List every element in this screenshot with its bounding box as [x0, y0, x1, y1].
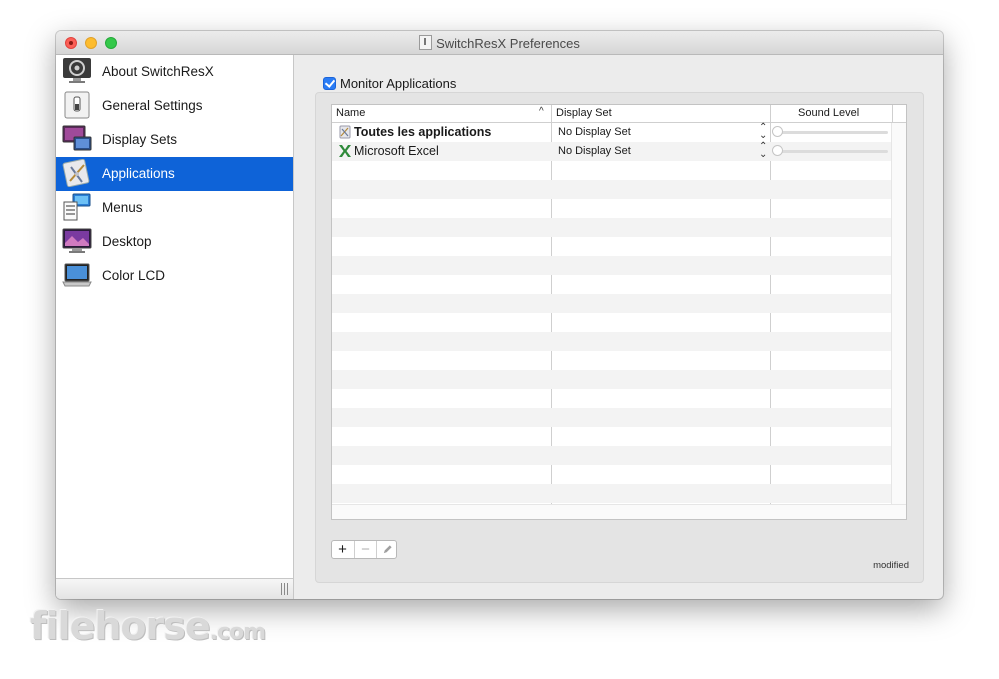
sidebar-item-label: About SwitchResX: [102, 64, 214, 79]
row-actions-button-group: + −: [331, 540, 397, 559]
table-row-empty: [332, 275, 892, 294]
table-row-empty: [332, 332, 892, 351]
desktop-icon: [62, 228, 92, 253]
sidebar-resize-handle[interactable]: [281, 583, 290, 595]
excel-icon: [339, 145, 351, 157]
table-row-empty: [332, 313, 892, 332]
sound-level-slider-knob[interactable]: [772, 145, 783, 156]
sidebar-item-about[interactable]: About SwitchResX: [56, 55, 293, 89]
remove-application-button[interactable]: −: [354, 541, 376, 558]
sidebar-item-color-lcd[interactable]: Color LCD: [56, 259, 293, 293]
monitor-applications-checkbox[interactable]: [323, 77, 336, 90]
display-set-popup-arrows-icon[interactable]: ⌃ ⌄: [759, 142, 767, 160]
table-row-empty: [332, 199, 892, 218]
display-set-select[interactable]: No Display Set: [558, 145, 631, 157]
switch-document-icon: [419, 35, 433, 50]
sidebar-item-display-sets[interactable]: Display Sets: [56, 123, 293, 157]
sound-level-slider[interactable]: [778, 131, 888, 134]
horizontal-scrollbar[interactable]: [332, 504, 906, 519]
sidebar-item-menus[interactable]: Menus: [56, 191, 293, 225]
table-row-empty: [332, 218, 892, 237]
row-app-name: Toutes les applications: [354, 125, 492, 139]
filehorse-watermark: filehorse.com: [30, 604, 266, 648]
table-row-empty: [332, 465, 892, 484]
table-row-empty: [332, 294, 892, 313]
sidebar-item-desktop[interactable]: Desktop: [56, 225, 293, 259]
table-row-empty: [332, 237, 892, 256]
column-header-display-set[interactable]: Display Set: [556, 107, 612, 119]
row-app-name: Microsoft Excel: [354, 144, 439, 158]
add-application-button[interactable]: +: [332, 541, 353, 558]
table-row-empty: [332, 370, 892, 389]
table-row-empty: [332, 351, 892, 370]
table-header: Name ^ Display Set Sound Level: [332, 105, 906, 123]
column-divider: [892, 105, 893, 122]
display-set-select[interactable]: No Display Set: [558, 126, 631, 138]
laptop-display-icon: [62, 263, 92, 287]
sidebar-item-label: Applications: [102, 166, 175, 181]
table-row-empty: [332, 408, 892, 427]
sidebar-item-general-settings[interactable]: General Settings: [56, 89, 293, 123]
title-bar: SwitchResX Preferences: [56, 31, 943, 55]
sound-level-slider-knob[interactable]: [772, 126, 783, 137]
edit-application-button[interactable]: [376, 541, 398, 558]
table-row[interactable]: Microsoft Excel No Display Set ⌃ ⌄: [332, 142, 892, 161]
sidebar-item-label: Menus: [102, 200, 143, 215]
sort-ascending-icon: ^: [539, 106, 544, 117]
table-row-empty: [332, 484, 892, 503]
switchresx-app-icon: [63, 58, 91, 83]
applications-pane: Monitor Applications Name ^ Display Set …: [294, 55, 943, 599]
column-header-name[interactable]: Name: [336, 107, 365, 119]
all-applications-icon: [339, 125, 351, 139]
preferences-window: SwitchResX Preferences About SwitchResX …: [56, 31, 943, 599]
table-row-empty: [332, 446, 892, 465]
sidebar-item-label: Display Sets: [102, 132, 178, 147]
sidebar-item-applications[interactable]: Applications: [56, 157, 293, 191]
vertical-scrollbar[interactable]: [891, 123, 906, 519]
sidebar-item-label: Color LCD: [102, 268, 166, 283]
switch-settings-icon: [64, 91, 90, 119]
table-body: Toutes les applications No Display Set ⌃…: [332, 123, 892, 519]
column-header-sound-level[interactable]: Sound Level: [798, 107, 859, 119]
table-row-empty: [332, 161, 892, 180]
window-title: SwitchResX Preferences: [56, 35, 943, 51]
table-row[interactable]: Toutes les applications No Display Set ⌃…: [332, 123, 892, 142]
table-row-empty: [332, 427, 892, 446]
display-set-popup-arrows-icon[interactable]: ⌃ ⌄: [759, 123, 767, 141]
sound-level-slider[interactable]: [778, 150, 888, 153]
status-text: modified: [873, 560, 909, 571]
sidebar-item-label: General Settings: [102, 98, 203, 113]
sidebar-footer: [56, 578, 293, 599]
table-row-empty: [332, 256, 892, 275]
pencil-icon: [383, 545, 392, 554]
display-sets-icon: [62, 125, 92, 151]
applications-table: Name ^ Display Set Sound Level Toutes le…: [331, 104, 907, 520]
monitor-applications-label: Monitor Applications: [340, 76, 457, 91]
applications-icon: [62, 159, 90, 187]
table-row-empty: [332, 389, 892, 408]
menus-icon: [63, 193, 91, 221]
applications-group-box: Name ^ Display Set Sound Level Toutes le…: [315, 92, 924, 583]
sidebar-item-label: Desktop: [102, 234, 152, 249]
table-row-empty: [332, 180, 892, 199]
sidebar: About SwitchResX General Settings Displa…: [56, 55, 294, 599]
